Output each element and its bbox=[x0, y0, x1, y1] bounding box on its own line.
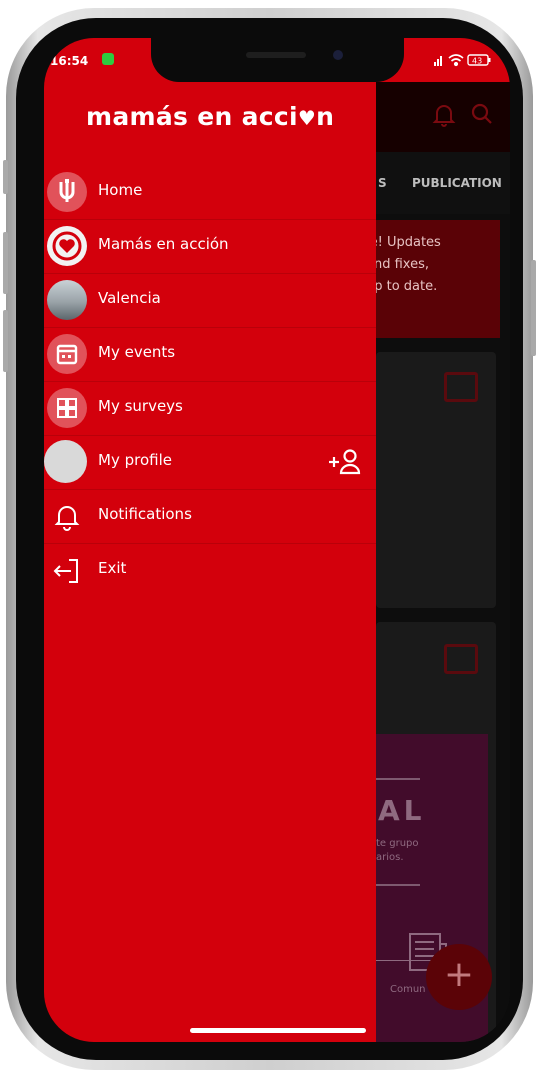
image-title: AL bbox=[378, 794, 426, 827]
menu-item-label: My surveys bbox=[98, 397, 183, 415]
power-button bbox=[531, 260, 536, 356]
calendar-icon bbox=[47, 334, 87, 374]
add-fab-button[interactable]: + bbox=[426, 944, 492, 1010]
avatar-icon bbox=[44, 440, 87, 483]
menu-item-home[interactable]: Home bbox=[44, 165, 376, 219]
add-user-icon bbox=[329, 449, 361, 475]
menu-item-mamas-en-accion[interactable]: Mamás en acción bbox=[44, 219, 376, 273]
battery-level: 43 bbox=[472, 57, 482, 66]
menu-item-my-surveys[interactable]: My surveys bbox=[44, 381, 376, 435]
menu-item-label: Mamás en acción bbox=[98, 235, 229, 253]
valencia-photo-icon bbox=[47, 280, 87, 320]
update-alert: le! Updates and fixes, up to date. bbox=[376, 220, 500, 338]
mamas-en-accion-logo-icon bbox=[47, 226, 87, 266]
speaker-grille bbox=[246, 52, 306, 58]
publication-card bbox=[376, 352, 496, 608]
heart-icon: ♥ bbox=[297, 106, 317, 130]
mute-switch bbox=[3, 160, 8, 194]
image-caption: Comun bbox=[390, 984, 426, 995]
publication-icon bbox=[444, 372, 478, 402]
menu-item-label: Exit bbox=[98, 559, 127, 577]
exit-icon bbox=[47, 550, 87, 590]
menu-item-exit[interactable]: Exit bbox=[44, 543, 376, 597]
menu-item-label: My profile bbox=[98, 451, 172, 469]
alert-line: up to date. bbox=[376, 279, 438, 294]
app-logo: mamás en acci♥n bbox=[86, 102, 335, 131]
home-icon bbox=[47, 172, 87, 212]
notch bbox=[151, 38, 404, 82]
surveys-icon bbox=[47, 388, 87, 428]
volume-down-button bbox=[3, 310, 8, 372]
image-subtitle: arios. bbox=[376, 852, 404, 863]
volume-up-button bbox=[3, 232, 8, 294]
menu-item-label: My events bbox=[98, 343, 176, 361]
menu-item-label: Valencia bbox=[98, 289, 161, 307]
wifi-icon bbox=[448, 54, 464, 67]
menu-item-label: Home bbox=[98, 181, 143, 199]
alert-line: le! Updates bbox=[376, 235, 441, 250]
navigation-drawer: mamás en acci♥n Home Mamás en acción Val… bbox=[44, 82, 376, 1042]
whatsapp-notification-icon bbox=[102, 53, 114, 65]
background-app: S PUBLICATION le! Updates and fixes, up … bbox=[376, 82, 510, 1042]
phone-screen: 16:54 43 S PUBLICATION ! Updates nd fixe… bbox=[44, 38, 510, 1042]
background-header bbox=[376, 82, 510, 152]
alert-line: and fixes, bbox=[376, 257, 429, 272]
signal-icon bbox=[434, 56, 442, 66]
menu-item-label: Notifications bbox=[98, 505, 192, 523]
add-user-button[interactable] bbox=[328, 447, 362, 475]
search-icon bbox=[471, 103, 492, 124]
home-indicator[interactable] bbox=[190, 1028, 366, 1033]
front-camera bbox=[333, 50, 343, 60]
bell-icon bbox=[432, 105, 456, 127]
status-bar: 16:54 43 bbox=[44, 38, 510, 82]
bell-icon bbox=[47, 496, 87, 536]
image-subtitle: te grupo bbox=[376, 838, 419, 849]
publication-icon bbox=[444, 644, 478, 674]
menu-item-valencia[interactable]: Valencia bbox=[44, 273, 376, 327]
menu-item-notifications[interactable]: Notifications bbox=[44, 489, 376, 543]
menu-item-my-events[interactable]: My events bbox=[44, 327, 376, 381]
status-time: 16:54 bbox=[50, 54, 89, 68]
tab-partial: S bbox=[378, 176, 387, 190]
tab-publications: PUBLICATION bbox=[412, 176, 502, 190]
background-tabs: S PUBLICATION bbox=[376, 152, 510, 214]
menu-item-my-profile[interactable]: My profile bbox=[44, 435, 376, 489]
status-icons: 43 bbox=[434, 54, 491, 67]
